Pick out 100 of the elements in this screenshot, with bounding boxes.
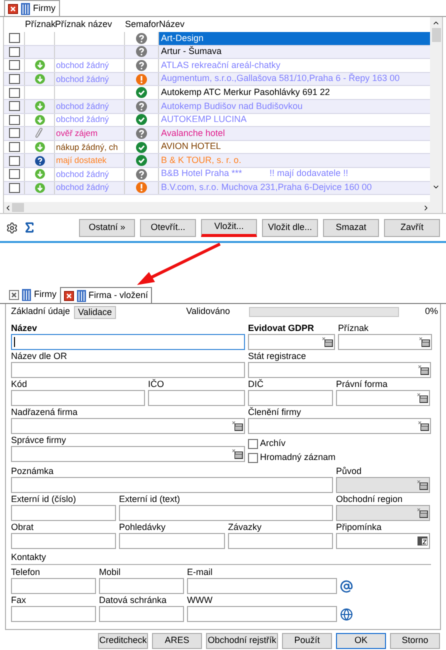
table-cell: ověř zájem: [55, 127, 98, 140]
tab[interactable]: Validace: [74, 306, 116, 320]
input-field[interactable]: [187, 606, 337, 622]
building-icon: [76, 290, 86, 302]
field-label: Kód: [11, 379, 28, 390]
lookup-field[interactable]: [248, 362, 431, 378]
checkbox[interactable]: [8, 182, 20, 193]
checkbox-label: Hromadný záznam: [260, 451, 336, 464]
checkbox[interactable]: [248, 439, 258, 450]
picker-icon[interactable]: [418, 365, 429, 376]
dialog-button[interactable]: OK: [336, 633, 386, 650]
column-header[interactable]: Semafor: [124, 18, 158, 32]
column-header[interactable]: Příznak název: [54, 18, 124, 32]
input-field[interactable]: [11, 578, 96, 594]
input-field[interactable]: [248, 390, 333, 406]
field-label: Externí id (text): [119, 494, 182, 506]
settings-icon[interactable]: [6, 222, 18, 234]
down-arrow-icon: [34, 182, 44, 193]
checkbox[interactable]: [8, 156, 20, 166]
picker-icon[interactable]: [419, 337, 430, 348]
input-field[interactable]: [119, 505, 333, 522]
lookup-field[interactable]: [336, 390, 430, 406]
checkbox[interactable]: [8, 142, 20, 152]
input-field[interactable]: [11, 334, 245, 350]
close-icon[interactable]: [9, 290, 19, 300]
scroll-left-icon[interactable]: [4, 204, 12, 212]
check-icon: [136, 114, 147, 126]
input-field[interactable]: [148, 390, 245, 406]
dialog-button[interactable]: Použít: [282, 633, 332, 650]
column-header[interactable]: Příznak: [24, 18, 54, 32]
paperclip-icon: [35, 127, 44, 140]
checkbox[interactable]: [8, 74, 20, 84]
vertical-scrollbar[interactable]: [430, 17, 442, 214]
input-field[interactable]: [11, 505, 116, 522]
lookup-field[interactable]: [11, 446, 245, 462]
checkbox[interactable]: [8, 101, 20, 112]
checkbox[interactable]: [8, 46, 20, 57]
checkbox[interactable]: [8, 60, 20, 70]
toolbar-button[interactable]: Otevřít...: [140, 218, 196, 237]
input-field[interactable]: [11, 533, 116, 550]
input-field[interactable]: [11, 606, 96, 622]
scroll-up-icon[interactable]: [432, 19, 440, 27]
dialog-button[interactable]: Creditcheck: [98, 633, 148, 650]
input-field[interactable]: [187, 578, 337, 594]
note-icon[interactable]: [417, 536, 428, 546]
toolbar-button[interactable]: Smazat: [323, 218, 379, 237]
picker-icon[interactable]: [232, 421, 243, 432]
picker-icon[interactable]: [232, 449, 243, 460]
checkbox[interactable]: [248, 453, 258, 464]
field-label: Závazky: [228, 522, 263, 534]
dialog-button[interactable]: Storno: [390, 633, 440, 650]
input-field[interactable]: [11, 477, 333, 494]
question-icon: [34, 156, 44, 166]
picker-icon[interactable]: [322, 337, 333, 348]
picker-icon[interactable]: [417, 393, 428, 404]
down-arrow-icon: [34, 114, 44, 125]
close-icon[interactable]: [64, 290, 74, 301]
input-field[interactable]: [99, 578, 184, 594]
tab[interactable]: Firmy: [6, 287, 60, 304]
column-header[interactable]: Název: [158, 18, 430, 32]
input-field[interactable]: [11, 362, 245, 378]
input-field[interactable]: [99, 606, 184, 622]
input-field[interactable]: [119, 533, 225, 550]
lookup-field[interactable]: [338, 334, 432, 350]
tab[interactable]: Firma - vložení: [60, 287, 152, 304]
field-label: Poznámka: [11, 466, 55, 478]
dialog-button[interactable]: ARES: [152, 633, 202, 650]
checkbox-label: Archív: [260, 437, 286, 450]
checkbox[interactable]: [8, 128, 20, 138]
lookup-field[interactable]: [248, 334, 335, 350]
table-row[interactable]: nákup žádný, ch AVION HOTEL: [4, 140, 430, 154]
checkbox[interactable]: [8, 33, 20, 44]
sigma-icon[interactable]: [23, 221, 36, 234]
lookup-field[interactable]: [11, 418, 245, 434]
table-row[interactable]: Art-Design: [4, 32, 430, 46]
toolbar-button[interactable]: Ostatní »: [79, 218, 135, 237]
globe-icon[interactable]: [340, 608, 353, 621]
checkbox[interactable]: [8, 169, 20, 180]
input-field[interactable]: [11, 390, 145, 406]
note-field[interactable]: [336, 533, 430, 550]
checkbox[interactable]: [8, 88, 20, 98]
scroll-thumb[interactable]: [12, 203, 24, 212]
picker-icon[interactable]: [418, 421, 429, 432]
checkbox[interactable]: [8, 114, 20, 125]
toolbar-button[interactable]: Vložit...: [201, 218, 257, 237]
email-icon[interactable]: [340, 580, 353, 593]
toolbar-button[interactable]: Vložit dle...: [262, 218, 318, 237]
table-row[interactable]: Artur - Šumava: [4, 46, 430, 60]
scroll-right-icon[interactable]: [422, 204, 430, 212]
scroll-thumb[interactable]: [432, 28, 440, 42]
table-cell: obchod žádný: [55, 59, 109, 72]
tab[interactable]: Firmy: [4, 0, 60, 16]
table-row[interactable]: ověř zájem Avalanche hotel: [4, 127, 430, 141]
input-field[interactable]: [228, 533, 333, 550]
toolbar-button[interactable]: Zavřít: [384, 218, 440, 237]
horizontal-scrollbar[interactable]: [4, 202, 430, 214]
table-row[interactable]: Autokemp ATC Merkur Pasohlávky 691 22: [4, 86, 430, 100]
close-icon[interactable]: [8, 4, 18, 14]
dialog-button[interactable]: Obchodní rejstřík: [206, 633, 278, 650]
lookup-field[interactable]: [248, 418, 431, 434]
